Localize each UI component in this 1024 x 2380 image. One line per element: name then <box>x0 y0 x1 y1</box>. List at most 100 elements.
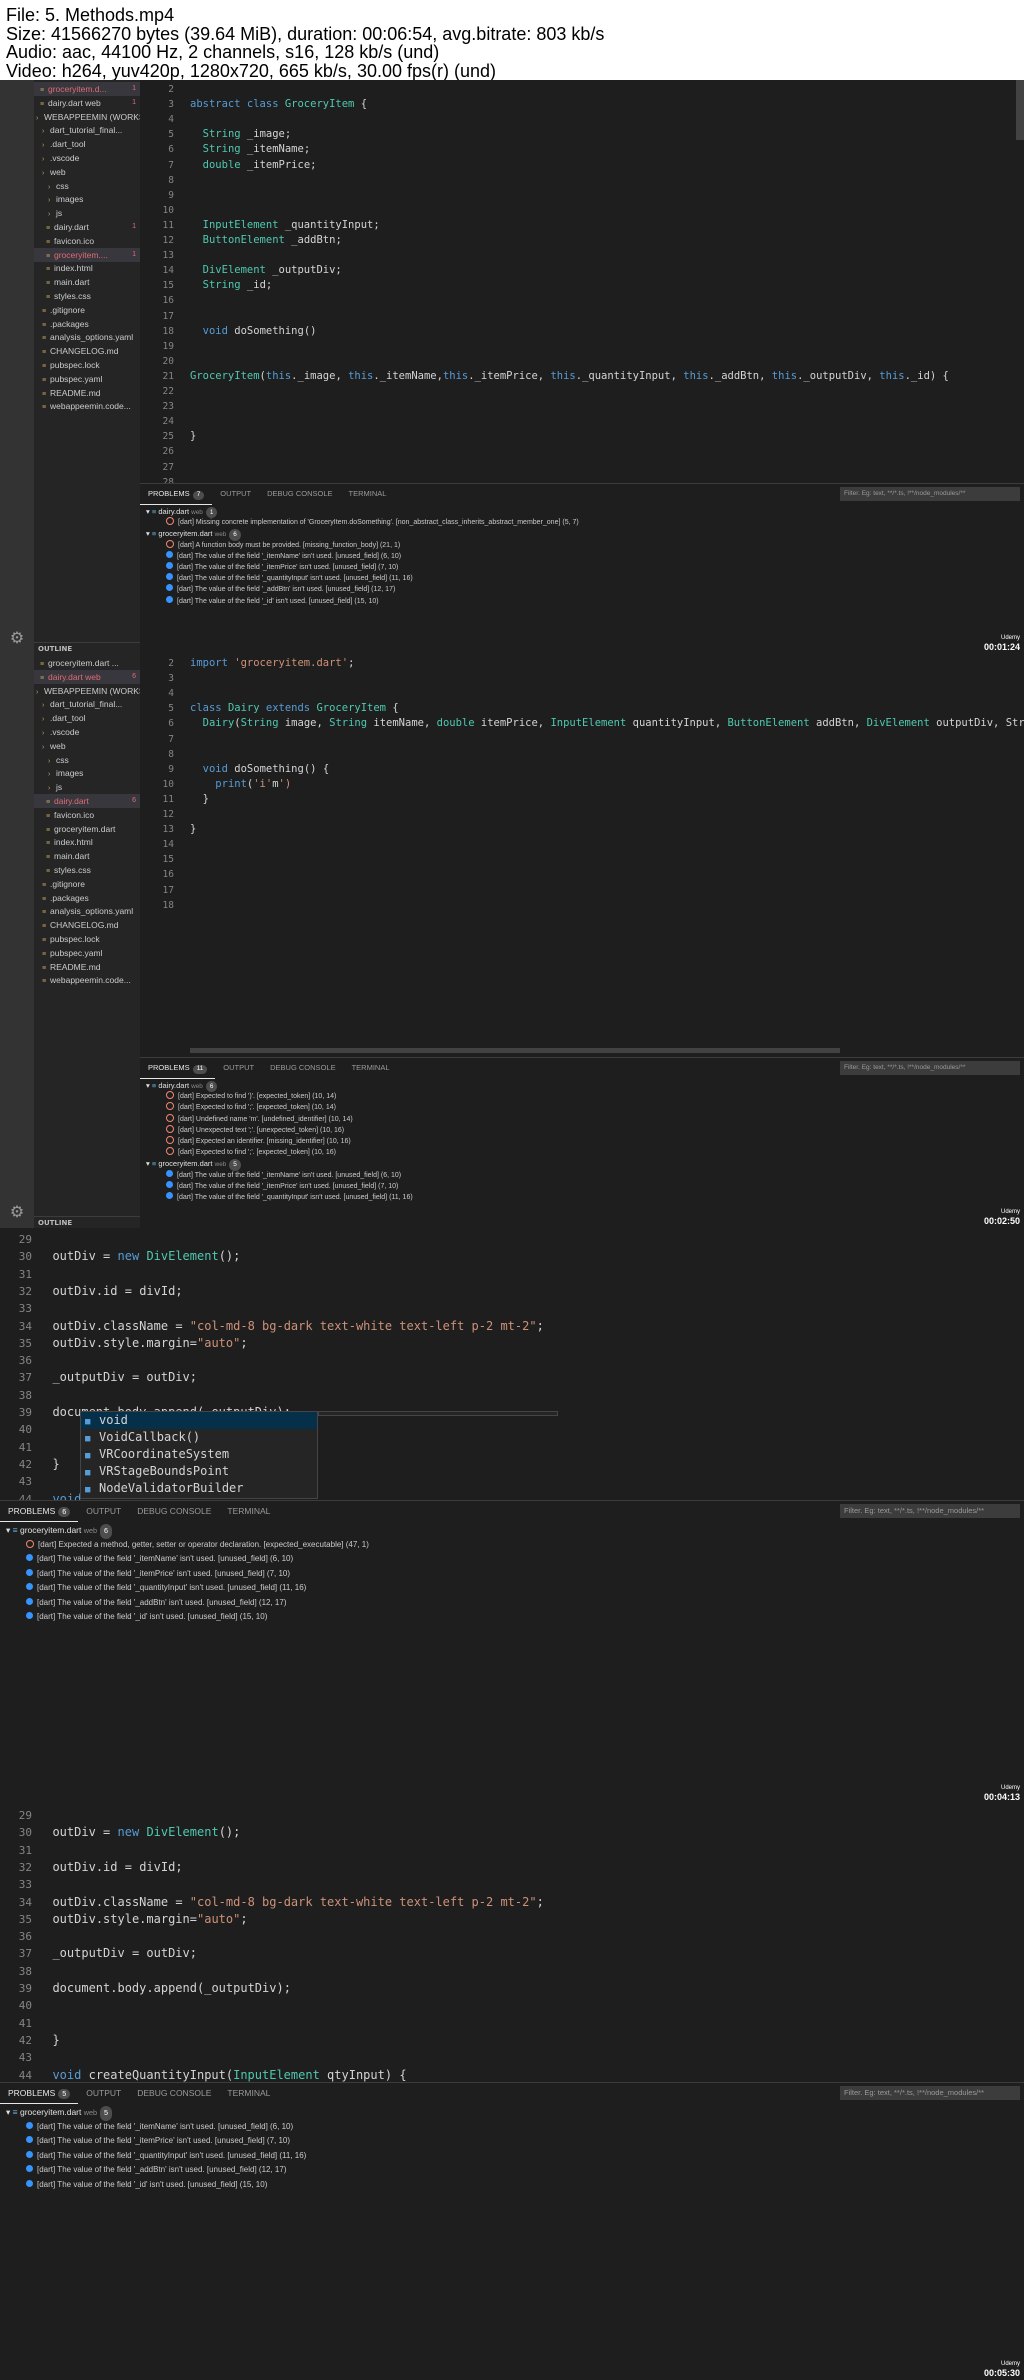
problem-item[interactable]: [dart] The value of the field '_addBtn' … <box>166 584 395 595</box>
problem-item[interactable]: [dart] The value of the field '_itemPric… <box>26 2134 290 2149</box>
explorer-item[interactable]: › web <box>34 739 140 753</box>
problem-item[interactable]: [dart] Missing concrete implementation o… <box>166 517 579 528</box>
autocomplete-item[interactable]: ■ VRStageBoundsPoint <box>81 1463 317 1480</box>
problems-file-group[interactable]: ▾ ≡ groceryitem.dart web 5 <box>6 2105 113 2121</box>
explorer-item[interactable]: ≡ index.html <box>34 261 140 275</box>
tab-output[interactable]: OUTPUT <box>215 1058 262 1078</box>
problem-item[interactable]: [dart] Expected a method, getter, setter… <box>26 1538 369 1553</box>
extensions-icon[interactable]: extensions-icon <box>7 790 27 810</box>
explorer-item[interactable]: ≡ README.md <box>34 960 140 974</box>
files-icon[interactable]: files-icon <box>7 88 27 108</box>
problem-item[interactable]: [dart] The value of the field '_addBtn' … <box>26 1596 286 1611</box>
problems-file-group[interactable]: ▾ ≡ groceryitem.dart web 6 <box>6 1523 113 1539</box>
tab-problems[interactable]: PROBLEMS 6 <box>0 1501 79 1522</box>
problem-item[interactable]: [dart] The value of the field '_itemPric… <box>26 1567 290 1582</box>
source-control-icon[interactable]: source-control-icon <box>7 152 27 172</box>
problem-item[interactable]: [dart] The value of the field '_addBtn' … <box>26 2163 286 2178</box>
autocomplete-item[interactable]: ■ NodeValidatorBuilder <box>81 1480 317 1497</box>
explorer-item[interactable]: ≡ analysis_options.yaml <box>34 904 140 918</box>
explorer-item[interactable]: ≡ analysis_options.yaml <box>34 330 140 344</box>
horizontal-scrollbar[interactable] <box>190 1048 840 1053</box>
tab-problems[interactable]: PROBLEMS 11 <box>140 1058 216 1079</box>
problem-item[interactable]: [dart] The value of the field '_itemPric… <box>166 562 398 573</box>
extensions-icon[interactable]: extensions-icon <box>7 216 27 236</box>
explorer-item[interactable]: ≡ .packages <box>34 317 140 331</box>
gear-icon[interactable]: ⚙ <box>7 1202 27 1222</box>
problem-item[interactable]: [dart] Undefined name 'm'. [undefined_id… <box>166 1113 353 1125</box>
autocomplete-popup[interactable]: ■ void ■ VoidCallback() ■ VRCoordinateSystem ■… <box>80 1411 318 1499</box>
tab-debug[interactable]: DEBUG CONSOLE <box>129 2083 219 2103</box>
explorer-item[interactable]: ≡ .gitignore <box>34 877 140 891</box>
explorer-item[interactable]: ≡ webappeemin.code... <box>34 973 140 987</box>
problems-filter-input[interactable]: Filter. Eg: text, **/*.ts, !**/node_modu… <box>840 1504 1020 1518</box>
problem-item[interactable]: [dart] The value of the field '_quantity… <box>26 2149 306 2164</box>
autocomplete-item[interactable]: ■ void <box>81 1412 317 1429</box>
explorer-item[interactable]: ≡ main.dart <box>34 275 140 289</box>
explorer-item[interactable]: ≡ pubspec.yaml <box>34 946 140 960</box>
problem-item[interactable]: [dart] The value of the field '_id' isn'… <box>166 595 379 607</box>
tab-terminal[interactable]: TERMINAL <box>341 484 395 504</box>
gear-icon[interactable]: ⚙ <box>7 628 27 648</box>
tab-terminal[interactable]: TERMINAL <box>219 2083 278 2103</box>
problem-item[interactable]: [dart] The value of the field '_itemName… <box>166 550 401 562</box>
problems-filter-input[interactable]: Filter. Eg: text, **/*.ts, !**/node_modu… <box>840 1061 1020 1075</box>
explorer-item[interactable]: › js <box>34 780 140 794</box>
problem-item[interactable]: [dart] Unexpected text ';'. [unexpected_… <box>166 1124 344 1136</box>
problem-item[interactable]: [dart] The value of the field '_itemName… <box>166 1169 401 1181</box>
tab-terminal[interactable]: TERMINAL <box>219 1501 278 1521</box>
explorer-item[interactable]: ≡ groceryitem.d... 1 <box>34 82 140 96</box>
explorer-item[interactable]: › js <box>34 206 140 220</box>
explorer-item[interactable]: › dart_tutorial_final... <box>34 123 140 137</box>
search-icon[interactable]: search-icon <box>7 694 27 714</box>
problem-item[interactable]: [dart] A function body must be provided.… <box>166 539 400 551</box>
explorer-item[interactable]: ≡ dairy.dart web 6 <box>34 669 140 684</box>
code-editor[interactable]: 2930313233343536373839404142434445464748… <box>0 1804 1024 2082</box>
source-control-icon[interactable]: source-control-icon <box>7 726 27 746</box>
problem-item[interactable]: [dart] The value of the field '_quantity… <box>166 1192 413 1203</box>
explorer-item[interactable]: ≡ groceryitem.dart <box>34 822 140 836</box>
explorer-item[interactable]: › web <box>34 165 140 179</box>
explorer-item[interactable]: › css <box>34 179 140 193</box>
outline-section[interactable]: OUTLINE <box>34 1216 140 1228</box>
explorer-item[interactable]: › .vscode <box>34 151 140 165</box>
explorer-item[interactable]: ≡ groceryitem.... 1 <box>34 247 140 262</box>
problem-item[interactable]: [dart] The value of the field '_quantity… <box>26 1581 306 1596</box>
explorer-item[interactable]: ≡ README.md <box>34 386 140 400</box>
explorer-item[interactable]: › WEBAPPEEMIN (WORKSP... <box>34 684 140 698</box>
problem-item[interactable]: [dart] The value of the field '_itemName… <box>26 2120 293 2135</box>
problem-item[interactable]: [dart] The value of the field '_id' isn'… <box>26 1610 267 1625</box>
explorer-item[interactable]: ≡ CHANGELOG.md <box>34 344 140 358</box>
autocomplete-item[interactable]: ■ VRCoordinateSystem <box>81 1446 317 1463</box>
tab-problems[interactable]: PROBLEMS 5 <box>0 2083 79 2104</box>
explorer-item[interactable]: ≡ favicon.ico <box>34 808 140 822</box>
problem-item[interactable]: [dart] Expected to find ';'. [expected_t… <box>166 1102 336 1113</box>
debug-icon[interactable]: debug-icon <box>7 758 27 778</box>
explorer-item[interactable]: › images <box>34 192 140 206</box>
explorer-item[interactable]: ≡ groceryitem.dart ... <box>34 656 140 670</box>
tab-debug[interactable]: DEBUG CONSOLE <box>262 1058 343 1078</box>
explorer-item[interactable]: ≡ main.dart <box>34 849 140 863</box>
remote-icon[interactable]: remote-icon <box>7 822 27 842</box>
code-editor[interactable]: 2930313233343536373839404142434445464748… <box>0 1228 1024 1500</box>
explorer-item[interactable]: ≡ pubspec.lock <box>34 932 140 946</box>
remote-icon[interactable]: remote-icon <box>7 248 27 268</box>
problem-item[interactable]: [dart] Expected to find ')'. [expected_t… <box>166 1091 336 1102</box>
problem-item[interactable]: [dart] The value of the field '_itemPric… <box>166 1180 398 1192</box>
problem-item[interactable]: [dart] Expected to find ';'. [expected_t… <box>166 1147 336 1158</box>
explorer-item[interactable]: ≡ .packages <box>34 891 140 905</box>
problem-item[interactable]: [dart] Expected an identifier. [missing_… <box>166 1136 351 1147</box>
files-icon[interactable]: files-icon <box>7 662 27 682</box>
explorer-item[interactable]: ≡ favicon.ico <box>34 234 140 248</box>
code-editor[interactable]: 2 3 4 5 6 7 8 9 10 11 12 13 14 15 16 17 18 import 'grocer… <box>140 654 1024 1057</box>
code-editor[interactable]: 2 3 4 5 6 7 8 9 10 11 12 13 14 15 16 17 18 19 20 21 22 23 24 25… <box>140 80 1024 483</box>
tab-terminal[interactable]: TERMINAL <box>344 1058 398 1078</box>
tab-output[interactable]: OUTPUT <box>78 1501 129 1521</box>
explorer-item[interactable]: › .dart_tool <box>34 711 140 725</box>
tab-debug[interactable]: DEBUG CONSOLE <box>129 1501 219 1521</box>
explorer-item[interactable]: ≡ pubspec.lock <box>34 358 140 372</box>
problem-item[interactable]: [dart] The value of the field '_itemName… <box>26 1552 293 1567</box>
tab-problems[interactable]: PROBLEMS 7 <box>140 484 213 505</box>
problems-filter-input[interactable]: Filter. Eg: text, **/*.ts, !**/node_modu… <box>840 487 1020 501</box>
explorer-item[interactable]: ≡ .gitignore <box>34 303 140 317</box>
explorer-item[interactable]: › images <box>34 766 140 780</box>
